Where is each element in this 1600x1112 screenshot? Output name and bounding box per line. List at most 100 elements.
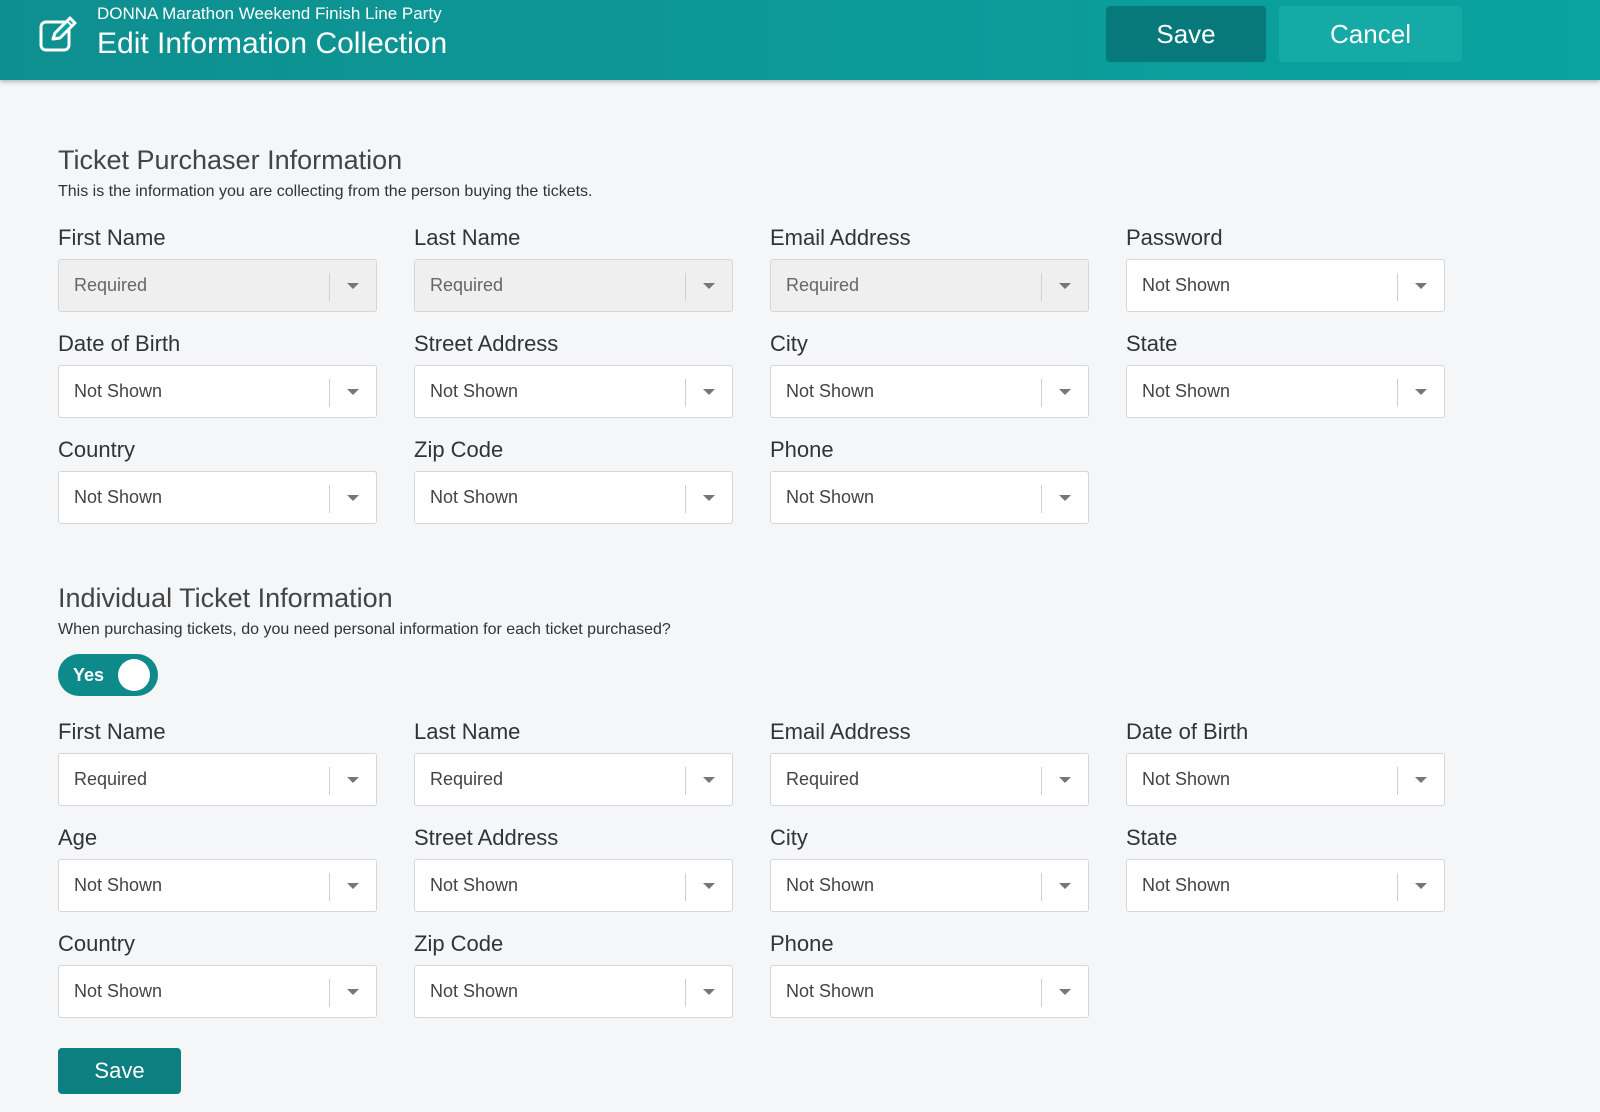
purchaser-date-of-birth-select[interactable]: Not Shown	[58, 365, 377, 418]
caret-down-icon	[347, 283, 359, 289]
page-title: Edit Information Collection	[97, 27, 448, 60]
cancel-button[interactable]: Cancel	[1279, 6, 1462, 62]
caret-down-icon	[1059, 883, 1071, 889]
caret-down-icon	[1415, 283, 1427, 289]
individual-street-address-select[interactable]: Not Shown	[414, 859, 733, 912]
header-bar: DONNA Marathon Weekend Finish Line Party…	[0, 0, 1600, 80]
individual-phone-label: Phone	[770, 931, 834, 956]
select-value: Not Shown	[430, 875, 519, 895]
select-separator	[329, 273, 330, 301]
purchaser-section-description: This is the information you are collecti…	[58, 183, 593, 200]
purchaser-country-select[interactable]: Not Shown	[58, 471, 377, 524]
purchaser-zip-code-select[interactable]: Not Shown	[414, 471, 733, 524]
select-value: Required	[430, 275, 504, 295]
select-separator	[685, 485, 686, 513]
select-value: Not Shown	[786, 981, 875, 1001]
caret-down-icon	[347, 389, 359, 395]
purchaser-email-address-select: Required	[770, 259, 1089, 312]
purchaser-country-label: Country	[58, 437, 136, 462]
caret-down-icon	[703, 777, 715, 783]
select-value: Required	[74, 769, 148, 789]
select-value: Not Shown	[1142, 275, 1231, 295]
per-ticket-info-toggle[interactable]: Yes	[58, 654, 158, 696]
caret-down-icon	[1415, 883, 1427, 889]
individual-zip-code-select[interactable]: Not Shown	[414, 965, 733, 1018]
individual-last-name-label: Last Name	[414, 719, 521, 744]
select-separator	[1397, 767, 1398, 795]
select-value: Required	[786, 769, 860, 789]
toggle-knob	[118, 659, 150, 691]
caret-down-icon	[347, 777, 359, 783]
select-separator	[1041, 873, 1042, 901]
individual-date-of-birth-label: Date of Birth	[1126, 719, 1249, 744]
select-separator	[1397, 873, 1398, 901]
caret-down-icon	[1059, 495, 1071, 501]
select-value: Not Shown	[74, 487, 163, 507]
select-value: Not Shown	[786, 381, 875, 401]
select-value: Required	[430, 769, 504, 789]
save-button[interactable]: Save	[1106, 6, 1266, 62]
purchaser-last-name-select: Required	[414, 259, 733, 312]
edit-icon	[39, 16, 77, 52]
purchaser-zip-code-label: Zip Code	[414, 437, 504, 462]
caret-down-icon	[703, 495, 715, 501]
select-separator	[1041, 273, 1042, 301]
select-value: Not Shown	[1142, 381, 1231, 401]
select-separator	[1041, 485, 1042, 513]
caret-down-icon	[703, 989, 715, 995]
purchaser-phone-label: Phone	[770, 437, 834, 462]
purchaser-street-address-label: Street Address	[414, 331, 559, 356]
select-value: Not Shown	[74, 875, 163, 895]
purchaser-password-label: Password	[1126, 225, 1223, 250]
individual-email-address-label: Email Address	[770, 719, 911, 744]
select-value: Required	[786, 275, 860, 295]
purchaser-first-name-select: Required	[58, 259, 377, 312]
individual-country-select[interactable]: Not Shown	[58, 965, 377, 1018]
individual-age-label: Age	[58, 825, 98, 850]
caret-down-icon	[1059, 989, 1071, 995]
select-value: Not Shown	[1142, 769, 1231, 789]
select-separator	[685, 767, 686, 795]
caret-down-icon	[347, 883, 359, 889]
select-separator	[329, 485, 330, 513]
select-value: Not Shown	[786, 487, 875, 507]
individual-state-label: State	[1126, 825, 1178, 850]
select-value: Not Shown	[430, 487, 519, 507]
individual-section-description: When purchasing tickets, do you need per…	[58, 621, 671, 638]
individual-city-label: City	[770, 825, 808, 850]
purchaser-date-of-birth-label: Date of Birth	[58, 331, 181, 356]
select-value: Not Shown	[74, 381, 163, 401]
purchaser-phone-select[interactable]: Not Shown	[770, 471, 1089, 524]
individual-phone-select[interactable]: Not Shown	[770, 965, 1089, 1018]
individual-email-address-select[interactable]: Required	[770, 753, 1089, 806]
select-separator	[329, 379, 330, 407]
select-separator	[685, 979, 686, 1007]
select-separator	[1041, 379, 1042, 407]
purchaser-last-name-label: Last Name	[414, 225, 521, 250]
individual-date-of-birth-select[interactable]: Not Shown	[1126, 753, 1445, 806]
caret-down-icon	[1059, 283, 1071, 289]
caret-down-icon	[1059, 777, 1071, 783]
select-separator	[1041, 979, 1042, 1007]
select-value: Not Shown	[430, 381, 519, 401]
save-button-bottom[interactable]: Save	[58, 1048, 181, 1094]
individual-street-address-label: Street Address	[414, 825, 559, 850]
purchaser-street-address-select[interactable]: Not Shown	[414, 365, 733, 418]
individual-first-name-label: First Name	[58, 719, 166, 744]
individual-age-select[interactable]: Not Shown	[58, 859, 377, 912]
individual-first-name-select[interactable]: Required	[58, 753, 377, 806]
individual-section-title: Individual Ticket Information	[58, 583, 393, 613]
purchaser-city-select[interactable]: Not Shown	[770, 365, 1089, 418]
purchaser-state-select[interactable]: Not Shown	[1126, 365, 1445, 418]
individual-city-select[interactable]: Not Shown	[770, 859, 1089, 912]
select-separator	[685, 273, 686, 301]
individual-last-name-select[interactable]: Required	[414, 753, 733, 806]
event-name: DONNA Marathon Weekend Finish Line Party	[97, 4, 442, 23]
select-separator	[1397, 273, 1398, 301]
individual-zip-code-label: Zip Code	[414, 931, 504, 956]
caret-down-icon	[1415, 777, 1427, 783]
toggle-label: Yes	[73, 665, 105, 685]
individual-state-select[interactable]: Not Shown	[1126, 859, 1445, 912]
purchaser-password-select[interactable]: Not Shown	[1126, 259, 1445, 312]
caret-down-icon	[703, 389, 715, 395]
